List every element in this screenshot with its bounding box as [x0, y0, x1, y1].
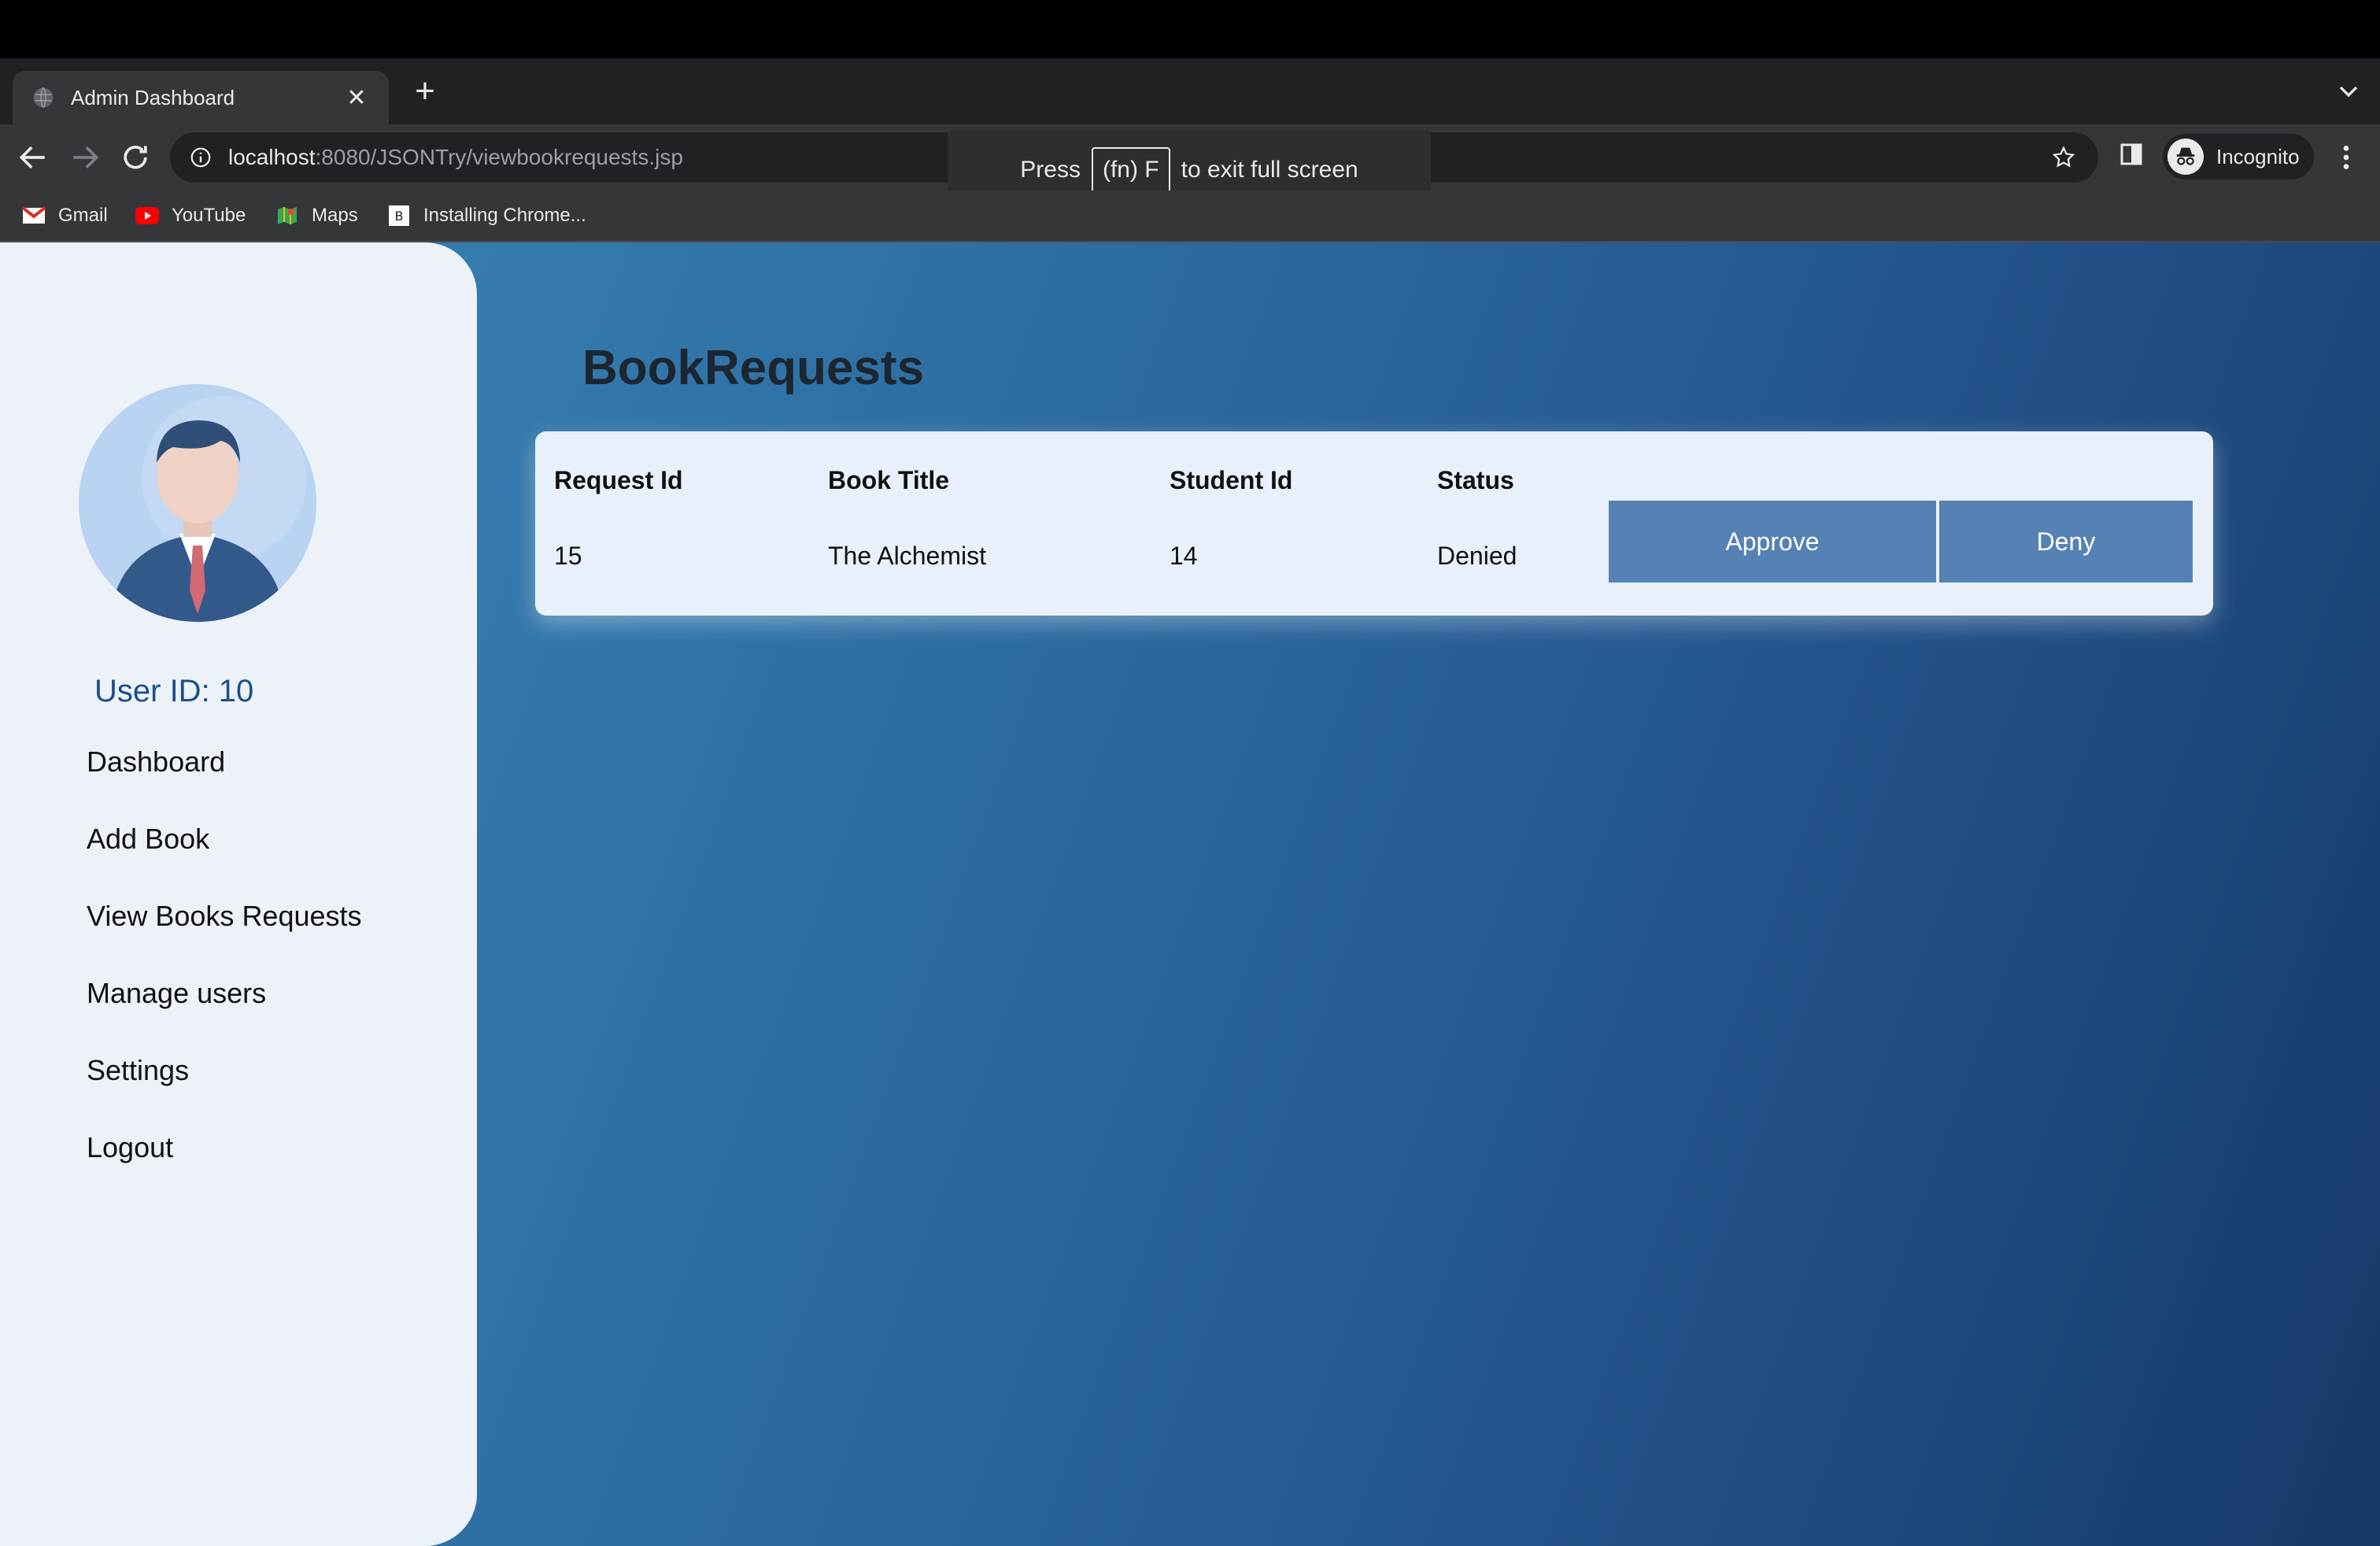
page-content: User ID: 10 Dashboard Add Book View Book…: [0, 242, 2380, 1546]
back-arrow-icon[interactable]: [16, 140, 50, 175]
bookmark-label: Maps: [312, 205, 358, 226]
column-header-status: Status: [1437, 466, 1514, 494]
column-header-book-title: Book Title: [828, 466, 950, 494]
url-host: localhost: [228, 145, 316, 169]
tab-title: Admin Dashboard: [71, 85, 235, 109]
browser-menu-icon[interactable]: [2334, 142, 2358, 173]
toast-key: (fn) F: [1091, 147, 1170, 193]
incognito-label: Incognito: [2216, 144, 2300, 168]
sidebar-item-manage-users[interactable]: Manage users: [87, 978, 362, 1055]
bookmark-maps[interactable]: Maps: [275, 202, 358, 230]
bookmark-label: Gmail: [58, 205, 108, 226]
close-tab-icon[interactable]: ✕: [343, 84, 370, 112]
screen-top-bar: [0, 0, 2380, 58]
avatar: [79, 384, 316, 622]
sidebar-item-view-book-requests[interactable]: View Books Requests: [87, 901, 362, 978]
sidebar-item-add-book[interactable]: Add Book: [87, 823, 362, 901]
tab-admin-dashboard[interactable]: Admin Dashboard ✕: [13, 71, 389, 124]
deny-button[interactable]: Deny: [1939, 501, 2193, 583]
bookmark-label: Installing Chrome...: [423, 205, 586, 226]
cell-status: Denied: [1437, 542, 1517, 570]
new-tab-icon[interactable]: +: [409, 74, 441, 109]
cell-request-id: 15: [554, 542, 582, 570]
incognito-icon: [2168, 139, 2204, 175]
sidebar: User ID: 10 Dashboard Add Book View Book…: [0, 242, 477, 1546]
toast-suffix: to exit full screen: [1181, 157, 1358, 183]
reload-icon[interactable]: [118, 140, 153, 175]
approve-button[interactable]: Approve: [1609, 501, 1936, 583]
side-panel-icon[interactable]: [2117, 140, 2145, 168]
bookmark-gmail[interactable]: Gmail: [22, 202, 108, 230]
toast-prefix: Press: [1020, 157, 1081, 183]
maps-icon: [275, 204, 299, 227]
cell-book-title: The Alchemist: [828, 542, 986, 570]
incognito-profile-button[interactable]: Incognito: [2163, 134, 2314, 179]
tab-strip: Admin Dashboard ✕ +: [0, 58, 2380, 124]
column-header-student-id: Student Id: [1170, 466, 1293, 494]
page-title: BookRequests: [582, 341, 925, 395]
url-path: :8080/JSONTry/viewbookrequests.jsp: [315, 145, 683, 169]
sidebar-item-settings[interactable]: Settings: [87, 1055, 362, 1132]
sidebar-item-dashboard[interactable]: Dashboard: [87, 746, 362, 823]
bookmarks-bar: Gmail YouTube Maps B Installing Chrome..…: [0, 190, 2380, 242]
sidebar-item-logout[interactable]: Logout: [87, 1132, 362, 1209]
svg-text:B: B: [395, 209, 404, 224]
site-info-icon[interactable]: [189, 146, 213, 169]
bookmark-installing-chrome[interactable]: B Installing Chrome...: [387, 202, 586, 230]
column-header-request-id: Request Id: [554, 466, 683, 494]
globe-icon: [33, 87, 54, 109]
tab-search-chevron-icon[interactable]: [2333, 76, 2364, 107]
bookmark-youtube[interactable]: YouTube: [135, 202, 246, 230]
forward-arrow-icon[interactable]: [68, 140, 102, 175]
bookmark-star-icon[interactable]: [2051, 145, 2076, 170]
bookmark-b-icon: B: [387, 204, 411, 227]
youtube-icon: [135, 204, 159, 227]
sidebar-menu: Dashboard Add Book View Books Requests M…: [87, 746, 362, 1209]
user-id-label: User ID: 10: [94, 674, 254, 708]
gmail-icon: [22, 204, 46, 227]
bookmark-label: YouTube: [172, 205, 246, 226]
cell-student-id: 14: [1170, 542, 1198, 570]
